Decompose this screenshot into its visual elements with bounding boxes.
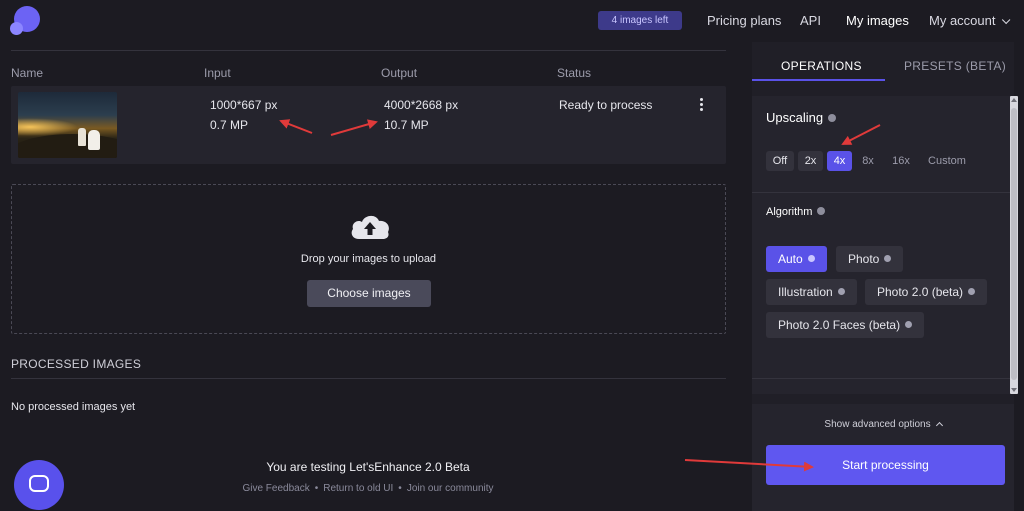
divider — [752, 378, 1010, 379]
divider — [752, 192, 1010, 193]
chevron-down-icon — [1002, 15, 1011, 25]
cloud-upload-icon — [351, 215, 389, 239]
chevron-up-icon — [935, 421, 943, 430]
info-icon — [884, 255, 892, 263]
upscale-off[interactable]: Off — [766, 151, 794, 171]
advanced-options-toggle[interactable]: Show advanced options — [752, 419, 1014, 430]
algorithm-auto[interactable]: Auto — [766, 246, 827, 272]
give-feedback-link[interactable]: Give Feedback — [242, 483, 309, 494]
column-name: Name — [11, 66, 44, 80]
column-input: Input — [204, 66, 231, 80]
upscale-custom[interactable]: Custom — [922, 151, 972, 171]
top-bar: 4 images left Pricing plans API My image… — [0, 0, 1024, 42]
info-icon — [837, 288, 845, 296]
logo-icon[interactable] — [10, 6, 40, 36]
algorithm-photo-2-faces-label: Photo 2.0 Faces (beta) — [778, 318, 901, 332]
algorithm-photo-2-faces[interactable]: Photo 2.0 Faces (beta) — [766, 312, 925, 338]
input-size: 1000*667 px — [210, 98, 278, 112]
panel-scrollbar[interactable] — [1010, 96, 1018, 394]
output-size: 4000*2668 px — [384, 98, 459, 112]
upscale-16x[interactable]: 16x — [887, 151, 915, 171]
column-status: Status — [557, 66, 592, 80]
algorithm-label: Algorithm — [766, 206, 826, 218]
nav-api[interactable]: API — [800, 13, 821, 28]
drop-instructions: Drop your images to upload — [300, 253, 437, 265]
images-left-badge: 4 images left — [598, 11, 682, 30]
return-old-ui-link[interactable]: Return to old UI — [323, 483, 393, 494]
output-megapixels: 10.7 MP — [384, 118, 429, 132]
column-output: Output — [381, 66, 418, 80]
info-icon — [807, 255, 815, 263]
image-thumbnail[interactable] — [18, 92, 117, 158]
info-icon — [905, 321, 913, 329]
input-megapixels: 0.7 MP — [210, 118, 249, 132]
nav-my-account-label: My account — [929, 13, 996, 28]
upload-dropzone[interactable]: Drop your images to upload Choose images — [11, 184, 726, 334]
upscale-8x[interactable]: 8x — [857, 151, 879, 171]
status-text: Ready to process — [559, 98, 653, 112]
nav-my-images[interactable]: My images — [846, 13, 909, 28]
choose-images-button[interactable]: Choose images — [307, 280, 431, 307]
algorithm-title: Algorithm — [766, 206, 813, 218]
link-separator: • — [398, 483, 402, 494]
tab-operations[interactable]: OPERATIONS — [781, 59, 862, 73]
active-tab-indicator — [752, 79, 885, 81]
algorithm-photo-2-label: Photo 2.0 (beta) — [877, 285, 964, 299]
algorithm-auto-label: Auto — [778, 252, 803, 266]
info-icon[interactable] — [828, 113, 837, 122]
upscale-4x[interactable]: 4x — [827, 151, 852, 171]
footer-links: Give Feedback • Return to old UI • Join our … — [200, 483, 536, 494]
divider — [11, 50, 726, 51]
info-icon — [968, 288, 976, 296]
chat-bubble-icon — [29, 475, 49, 492]
tab-presets[interactable]: PRESETS (BETA) — [904, 59, 1006, 73]
divider — [11, 378, 726, 379]
more-options-icon[interactable] — [700, 98, 704, 112]
upscaling-label: Upscaling — [766, 110, 837, 125]
algorithm-photo-label: Photo — [848, 252, 880, 266]
algorithm-photo[interactable]: Photo — [836, 246, 904, 272]
chat-button[interactable] — [14, 460, 64, 510]
nav-pricing-plans[interactable]: Pricing plans — [707, 13, 781, 28]
link-separator: • — [314, 483, 319, 494]
nav-my-account[interactable]: My account — [929, 13, 1011, 28]
algorithm-illustration-label: Illustration — [778, 285, 833, 299]
info-icon[interactable] — [817, 207, 826, 216]
advanced-options-label: Show advanced options — [824, 419, 931, 430]
algorithm-illustration[interactable]: Illustration — [766, 279, 857, 305]
algorithm-photo-2[interactable]: Photo 2.0 (beta) — [865, 279, 988, 305]
upscale-2x[interactable]: 2x — [798, 151, 823, 171]
no-processed-text: No processed images yet — [11, 401, 136, 413]
upscaling-title: Upscaling — [766, 110, 824, 125]
join-community-link[interactable]: Join our community — [407, 483, 494, 494]
beta-notice: You are testing Let'sEnhance 2.0 Beta — [266, 460, 470, 474]
processed-images-title: PROCESSED IMAGES — [11, 357, 142, 371]
start-processing-button[interactable]: Start processing — [766, 445, 1005, 485]
operations-card — [752, 96, 1010, 394]
